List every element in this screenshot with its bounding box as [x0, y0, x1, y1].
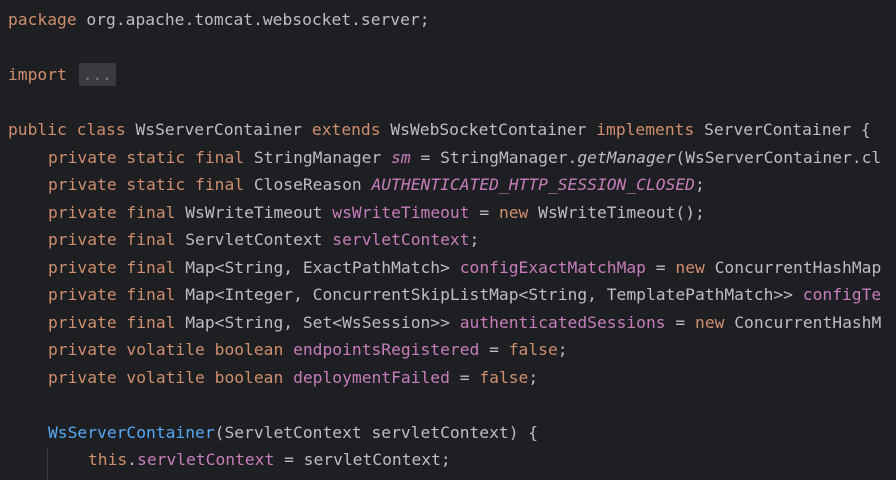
field-type: Map<String, Set<WsSession>>	[185, 312, 450, 332]
field-type: CloseReason	[253, 175, 362, 194]
code-line-field-servletcontext: private final ServletContext servletCont…	[8, 226, 479, 254]
semicolon: ;	[557, 340, 568, 359]
keyword-new: new	[498, 202, 529, 222]
assignment: = StringManager.	[410, 147, 578, 167]
assignment: = servletContext;	[274, 450, 451, 469]
assignment: =	[449, 367, 480, 387]
modifiers: private volatile boolean	[48, 367, 284, 387]
code-editor[interactable]: package org.apache.tomcat.websocket.serv…	[0, 0, 896, 480]
keyword-this: this	[88, 450, 128, 469]
code-line-field-endpointsregistered: private volatile boolean endpointsRegist…	[8, 336, 568, 364]
code-line-field-configtemplatematchmap: private final Map<Integer, ConcurrentSki…	[8, 281, 881, 309]
modifiers: private final	[48, 257, 176, 277]
keyword-import: import	[8, 65, 67, 84]
keyword-false: false	[479, 367, 529, 387]
keyword-package: package	[8, 10, 77, 29]
code-line-field-wswritetimeout: private final WsWriteTimeout wsWriteTime…	[8, 199, 705, 227]
interface-name: ServerContainer {	[704, 120, 871, 139]
keyword-new: new	[695, 312, 725, 332]
field-name: configTe	[802, 285, 882, 304]
modifiers: private final	[48, 202, 176, 222]
field-type: WsWriteTimeout	[185, 202, 323, 222]
class-name: WsServerContainer	[135, 120, 303, 139]
keyword-implements: implements	[596, 120, 695, 139]
code-line-field-configexactmatchmap: private final Map<String, ExactPathMatch…	[8, 254, 881, 282]
field-name: deploymentFailed	[293, 367, 450, 387]
field-name: authenticatedSessions	[459, 312, 666, 332]
field-name: sm	[391, 147, 411, 167]
assignment: =	[469, 202, 499, 222]
modifiers: private volatile boolean	[48, 340, 284, 359]
field-type: StringManager	[253, 147, 382, 167]
modifiers: private final	[48, 285, 176, 304]
keyword-public: public	[8, 120, 67, 139]
field-name: endpointsRegistered	[293, 340, 480, 359]
package-name: org.apache.tomcat.websocket.server;	[76, 10, 430, 29]
assignment: =	[645, 257, 676, 277]
initializer: ConcurrentHashM	[724, 312, 882, 332]
code-line-field-authenticatedsessions: private final Map<String, Set<WsSession>…	[8, 309, 881, 337]
assignment: =	[665, 312, 696, 332]
keyword-class: class	[76, 120, 126, 139]
code-line-this-assignment: this.servletContext = servletContext;	[8, 446, 451, 474]
code-line-package: package org.apache.tomcat.websocket.serv…	[8, 6, 430, 34]
modifiers: private final	[48, 230, 176, 249]
constructor-params: (ServletContext servletContext) {	[214, 422, 539, 442]
field-name: wsWriteTimeout	[332, 202, 470, 222]
field-type: ServletContext	[185, 230, 323, 249]
field-name: configExactMatchMap	[459, 257, 646, 277]
initializer: ConcurrentHashMap	[704, 257, 882, 277]
code-line-constructor: WsServerContainer(ServletContext servlet…	[8, 419, 538, 447]
code-line-field-sm: private static final StringManager sm = …	[8, 144, 881, 172]
code-line-class-declaration: public class WsServerContainer extends W…	[8, 116, 871, 144]
folded-imports-button[interactable]: ...	[78, 63, 117, 86]
field-type: Map<Integer, ConcurrentSkipListMap<Strin…	[185, 285, 793, 304]
field-name: AUTHENTICATED_HTTP_SESSION_CLOSED	[371, 175, 695, 194]
method-call: getManager	[577, 147, 676, 167]
keyword-extends: extends	[311, 120, 381, 139]
keyword-false: false	[508, 340, 558, 359]
semicolon: ;	[528, 367, 539, 387]
modifiers: private static final	[48, 175, 245, 194]
dot: .	[127, 450, 138, 469]
modifiers: private final	[48, 312, 176, 332]
field-type: Map<String, ExactPathMatch>	[185, 257, 450, 277]
code-line-import: import ...	[8, 61, 117, 89]
field-name: servletContext	[332, 230, 470, 249]
modifiers: private static final	[48, 147, 245, 167]
code-line-field-closereason: private static final CloseReason AUTHENT…	[8, 171, 705, 199]
field-name: servletContext	[137, 450, 275, 469]
code-line-field-deploymentfailed: private volatile boolean deploymentFaile…	[8, 364, 538, 392]
initializer: WsWriteTimeout();	[528, 202, 705, 222]
parent-class: WsWebSocketContainer	[390, 120, 587, 139]
keyword-new: new	[675, 257, 705, 277]
assignment: =	[479, 340, 509, 359]
constructor-name: WsServerContainer	[48, 422, 215, 442]
call-args: (WsServerContainer.cl	[675, 147, 882, 167]
semicolon: ;	[694, 175, 705, 194]
semicolon: ;	[469, 230, 480, 249]
indent-guide	[47, 447, 48, 480]
